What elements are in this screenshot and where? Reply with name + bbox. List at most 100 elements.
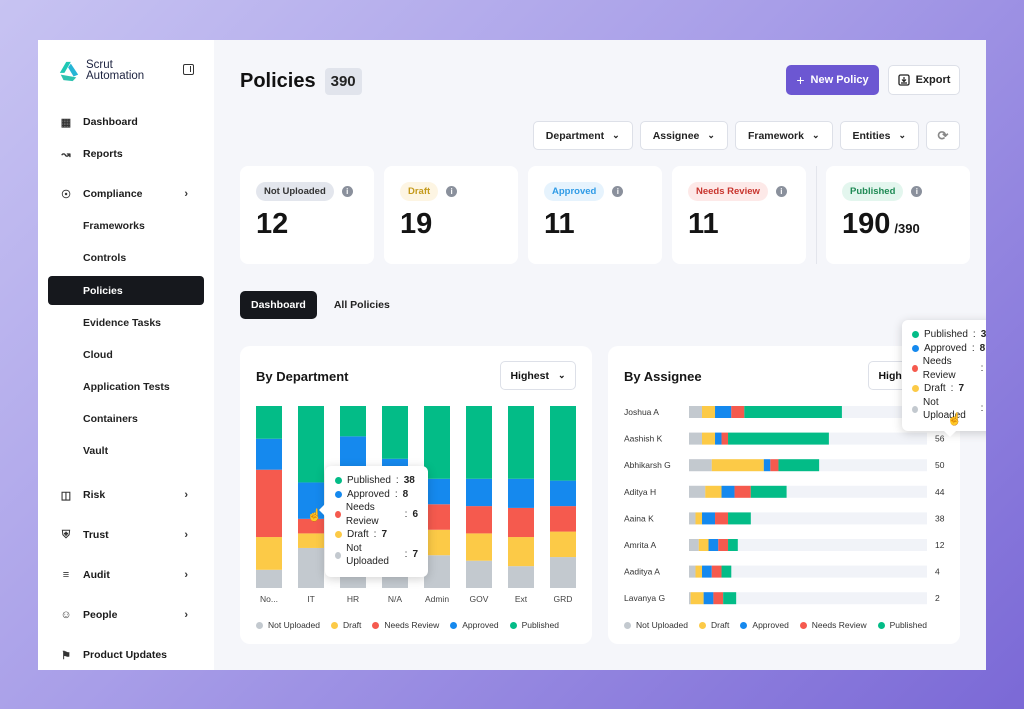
bar-segment-approved[interactable] xyxy=(466,478,492,507)
sidebar-item-controls[interactable]: Controls xyxy=(38,242,214,274)
sidebar-item-containers[interactable]: Containers xyxy=(38,403,214,435)
bar-segment-approved[interactable] xyxy=(715,406,732,418)
info-icon[interactable]: i xyxy=(911,186,923,197)
bar-segment-published[interactable] xyxy=(340,406,366,437)
info-icon[interactable]: i xyxy=(446,186,458,197)
bar-segment-needs-review[interactable] xyxy=(718,539,729,551)
tab-all-policies[interactable]: All Policies xyxy=(323,291,401,319)
stat-card-needs-review[interactable]: Needs Review i 11 xyxy=(672,166,806,264)
stat-card-not-uploaded[interactable]: Not Uploaded i 12 xyxy=(240,166,374,264)
bar-segment-needs-review[interactable] xyxy=(711,565,722,578)
bar-segment-needs-review[interactable] xyxy=(550,506,576,532)
bar-segment-published[interactable] xyxy=(466,406,492,479)
sidebar-item-audit[interactable]: ≡ Audit › xyxy=(38,555,214,595)
sidebar-item-policies[interactable]: Policies xyxy=(48,276,204,305)
bar-segment-published[interactable] xyxy=(778,459,820,472)
filter-entities[interactable]: Entities ⌄ xyxy=(839,121,919,150)
legend-item-needs-review[interactable]: Needs Review xyxy=(799,620,867,630)
sidebar-item-application-tests[interactable]: Application Tests xyxy=(38,371,214,403)
bar-segment-published[interactable] xyxy=(728,539,738,551)
bar-segment-draft[interactable] xyxy=(705,485,722,498)
bar-segment-draft[interactable] xyxy=(550,531,576,558)
bar-segment-approved[interactable] xyxy=(715,432,722,445)
bar-segment-draft[interactable] xyxy=(695,512,703,525)
bar-segment-published[interactable] xyxy=(721,565,732,578)
filter-assignee[interactable]: Assignee ⌄ xyxy=(639,121,728,150)
sidebar-item-dashboard[interactable]: ▦ Dashboard xyxy=(38,106,214,138)
sidebar-item-cloud[interactable]: Cloud xyxy=(38,339,214,371)
bar-segment-needs-review[interactable] xyxy=(466,506,492,534)
bar-segment-draft[interactable] xyxy=(702,432,716,445)
sidebar-item-evidence-tasks[interactable]: Evidence Tasks xyxy=(38,307,214,339)
legend-item-published[interactable]: Published xyxy=(877,620,927,630)
bar-segment-draft[interactable] xyxy=(695,565,703,578)
bar-segment-draft[interactable] xyxy=(698,539,709,551)
bar-segment-published[interactable] xyxy=(750,485,787,498)
refresh-button[interactable]: ⟳ xyxy=(926,121,960,150)
bar-segment-not-uploaded[interactable] xyxy=(689,539,699,551)
bar-segment-not-uploaded[interactable] xyxy=(689,459,712,472)
bar-segment-draft[interactable] xyxy=(711,459,764,472)
stat-card-published[interactable]: Published i 190/390 xyxy=(816,166,970,264)
sidebar-item-risk[interactable]: ◫ Risk › xyxy=(38,475,214,515)
bar-segment-needs-review[interactable] xyxy=(508,507,534,538)
sidebar-item-reports[interactable]: ↝ Reports xyxy=(38,138,214,170)
info-icon[interactable]: i xyxy=(612,186,624,197)
bar-segment-published[interactable] xyxy=(424,406,450,479)
tab-dashboard[interactable]: Dashboard xyxy=(240,291,317,319)
bar-segment-published[interactable] xyxy=(550,406,576,481)
filter-department[interactable]: Department ⌄ xyxy=(532,121,633,150)
bar-segment-draft[interactable] xyxy=(256,537,282,570)
bar-segment-approved[interactable] xyxy=(702,512,716,525)
bar-segment-needs-review[interactable] xyxy=(713,592,724,605)
bar-segment-draft[interactable] xyxy=(690,592,704,605)
filter-framework[interactable]: Framework ⌄ xyxy=(734,121,833,150)
department-sort-select[interactable]: Highest ⌄ xyxy=(500,361,576,390)
bar-segment-approved[interactable] xyxy=(721,485,735,498)
bar-segment-needs-review[interactable] xyxy=(734,485,751,498)
bar-segment-not-uploaded[interactable] xyxy=(466,560,492,588)
bar-segment-needs-review[interactable] xyxy=(721,432,729,445)
bar-segment-approved[interactable] xyxy=(550,480,576,507)
bar-segment-needs-review[interactable] xyxy=(715,512,729,525)
info-icon[interactable]: i xyxy=(775,186,787,197)
bar-segment-draft[interactable] xyxy=(508,537,534,567)
bar-segment-not-uploaded[interactable] xyxy=(689,406,703,418)
bar-segment-needs-review[interactable] xyxy=(731,406,745,418)
bar-segment-approved[interactable] xyxy=(703,592,714,605)
collapse-sidebar-icon[interactable] xyxy=(183,64,194,75)
legend-item-needs-review[interactable]: Needs Review xyxy=(372,620,439,630)
bar-segment-published[interactable] xyxy=(744,406,842,418)
sidebar-item-vault[interactable]: Vault xyxy=(38,435,214,467)
sidebar-item-product-updates[interactable]: ⚑ Product Updates xyxy=(38,635,214,670)
bar-segment-published[interactable] xyxy=(728,512,751,525)
bar-segment-not-uploaded[interactable] xyxy=(689,432,703,445)
bar-segment-approved[interactable] xyxy=(256,438,282,470)
bar-segment-not-uploaded[interactable] xyxy=(689,485,706,498)
bar-segment-not-uploaded[interactable] xyxy=(508,566,534,588)
legend-item-draft[interactable]: Draft xyxy=(698,620,729,630)
bar-segment-needs-review[interactable] xyxy=(770,459,779,472)
sidebar-item-trust[interactable]: ⛨ Trust › xyxy=(38,515,214,555)
bar-segment-draft[interactable] xyxy=(702,406,716,418)
bar-segment-published[interactable] xyxy=(382,406,408,459)
bar-segment-not-uploaded[interactable] xyxy=(689,592,691,605)
bar-segment-draft[interactable] xyxy=(466,533,492,561)
bar-segment-approved[interactable] xyxy=(708,539,719,551)
legend-item-approved[interactable]: Approved xyxy=(740,620,789,630)
stat-card-approved[interactable]: Approved i 11 xyxy=(528,166,662,264)
sidebar-item-compliance[interactable]: ☉ Compliance › xyxy=(38,178,214,210)
bar-segment-published[interactable] xyxy=(298,406,324,483)
bar-segment-published[interactable] xyxy=(723,592,737,605)
bar-segment-needs-review[interactable] xyxy=(256,469,282,538)
bar-segment-published[interactable] xyxy=(256,406,282,439)
bar-segment-not-uploaded[interactable] xyxy=(256,569,282,588)
info-icon[interactable]: i xyxy=(341,186,353,197)
brand-logo[interactable]: Scrut Automation xyxy=(38,56,214,86)
bar-segment-published[interactable] xyxy=(508,406,534,479)
legend-item-approved[interactable]: Approved xyxy=(450,620,499,630)
legend-item-not-uploaded[interactable]: Not Uploaded xyxy=(624,620,688,630)
bar-segment-not-uploaded[interactable] xyxy=(689,512,696,525)
bar-segment-draft[interactable] xyxy=(298,533,324,548)
bar-segment-approved[interactable] xyxy=(508,478,534,508)
